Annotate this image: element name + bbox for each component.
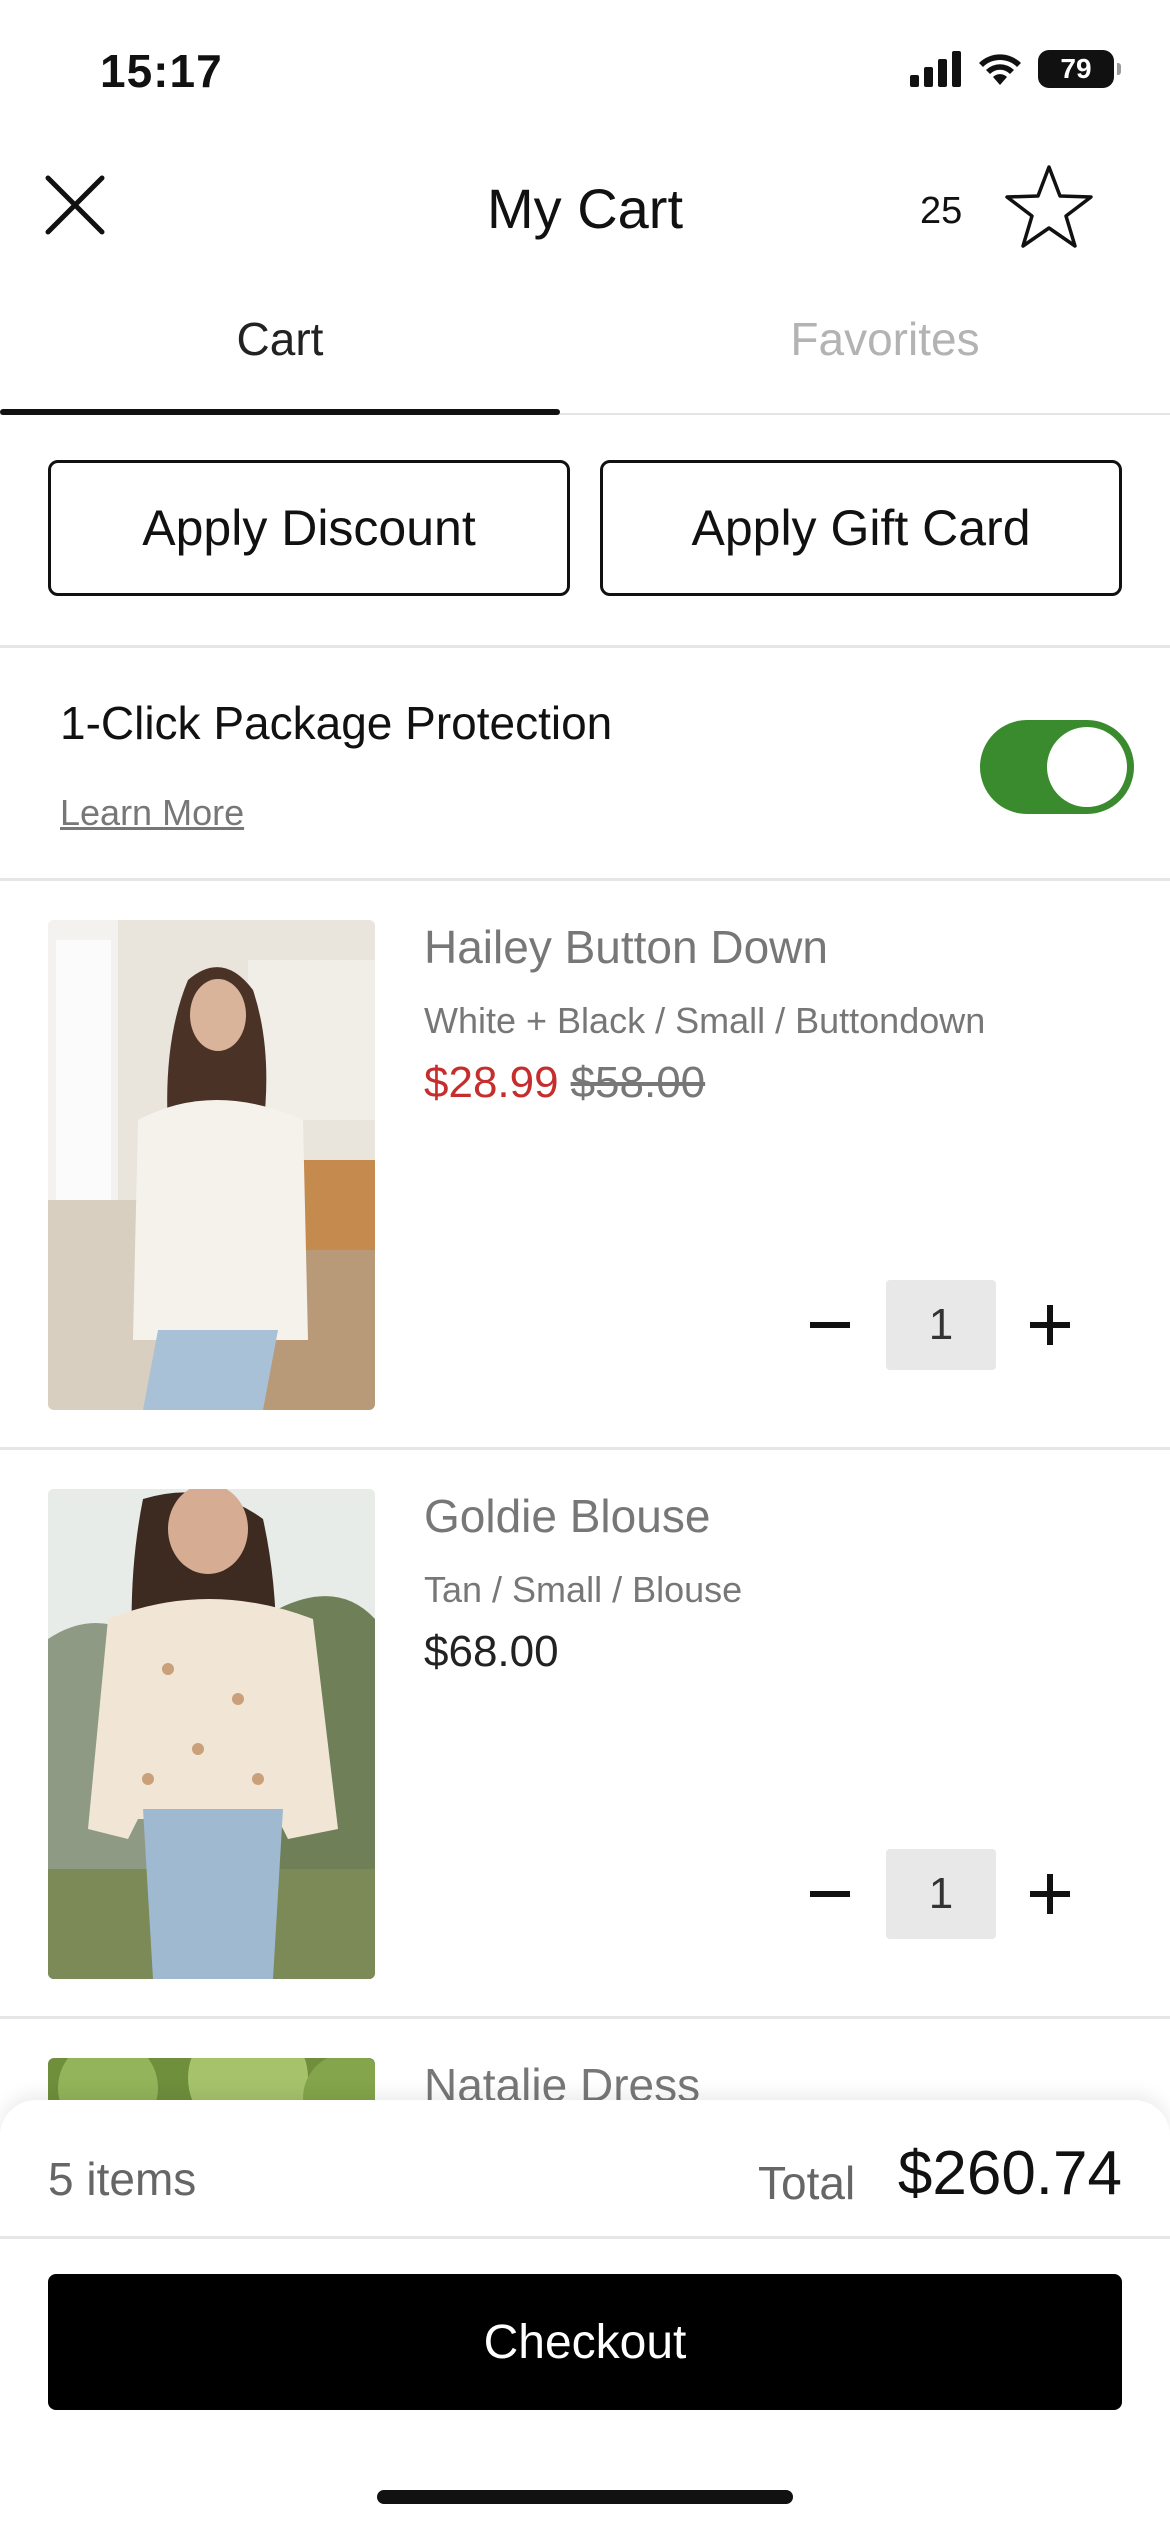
minus-icon — [810, 1891, 850, 1897]
minus-icon — [810, 1322, 850, 1328]
header: My Cart 25 — [0, 150, 1170, 270]
plus-icon — [1030, 1305, 1070, 1345]
checkout-summary: 5 items Total $260.74 Checkout — [0, 2100, 1170, 2532]
signal-icon — [910, 51, 961, 87]
cart-item: Hailey Button Down White + Black / Small… — [0, 880, 1170, 1450]
price-row: $68.00 — [424, 1627, 559, 1677]
increase-quantity-button[interactable] — [1010, 1280, 1090, 1370]
package-protection: 1-Click Package Protection Learn More — [0, 648, 1170, 878]
wifi-icon — [979, 54, 1021, 85]
apply-discount-button[interactable]: Apply Discount — [48, 460, 570, 596]
home-indicator[interactable] — [377, 2490, 793, 2504]
divider — [0, 2236, 1170, 2239]
price-row: $28.99 $58.00 — [424, 1058, 705, 1108]
items-count: 5 items — [48, 2153, 197, 2205]
product-image[interactable] — [48, 920, 375, 1410]
apply-gift-card-button[interactable]: Apply Gift Card — [600, 460, 1122, 596]
quantity-value[interactable]: 1 — [886, 1849, 996, 1939]
increase-quantity-button[interactable] — [1010, 1849, 1090, 1939]
product-variant: White + Black / Small / Buttondown — [424, 1000, 986, 1041]
decrease-quantity-button[interactable] — [790, 1280, 870, 1370]
product-image[interactable] — [48, 1489, 375, 1979]
battery-level: 79 — [1060, 53, 1092, 84]
plus-icon — [1030, 1874, 1070, 1914]
battery-icon: 79 — [1038, 50, 1121, 88]
favorites-count: 25 — [920, 190, 963, 232]
protection-title: 1-Click Package Protection — [60, 697, 613, 749]
checkout-button[interactable]: Checkout — [48, 2274, 1122, 2410]
price: $68.00 — [424, 1627, 559, 1676]
quantity-value[interactable]: 1 — [886, 1280, 996, 1370]
product-name[interactable]: Hailey Button Down — [424, 920, 828, 974]
total-label: Total — [758, 2157, 856, 2209]
page-title: My Cart — [487, 177, 683, 240]
status-time: 15:17 — [100, 45, 223, 97]
cart-item: Goldie Blouse Tan / Small / Blouse $68.0… — [0, 1449, 1170, 2019]
quantity-stepper: 1 — [790, 1849, 1090, 1939]
original-price: $58.00 — [570, 1058, 706, 1107]
total-value: $260.74 — [897, 2139, 1122, 2208]
product-variant: Tan / Small / Blouse — [424, 1569, 743, 1610]
tab-cart[interactable]: Cart — [0, 312, 560, 366]
protection-toggle[interactable] — [980, 720, 1134, 814]
tab-favorites[interactable]: Favorites — [605, 312, 1165, 366]
cart-actions: Apply Discount Apply Gift Card — [0, 460, 1170, 600]
active-tab-indicator — [0, 409, 560, 415]
sale-price: $28.99 — [424, 1058, 559, 1107]
product-name[interactable]: Goldie Blouse — [424, 1489, 710, 1543]
status-icons: 79 — [910, 50, 1121, 88]
star-icon[interactable] — [1004, 162, 1094, 252]
decrease-quantity-button[interactable] — [790, 1849, 870, 1939]
learn-more-link[interactable]: Learn More — [60, 792, 244, 834]
quantity-stepper: 1 — [790, 1280, 1090, 1370]
tab-bar: Cart Favorites — [0, 300, 1170, 415]
toggle-knob — [1047, 727, 1127, 807]
status-bar: 15:17 79 — [0, 0, 1170, 140]
